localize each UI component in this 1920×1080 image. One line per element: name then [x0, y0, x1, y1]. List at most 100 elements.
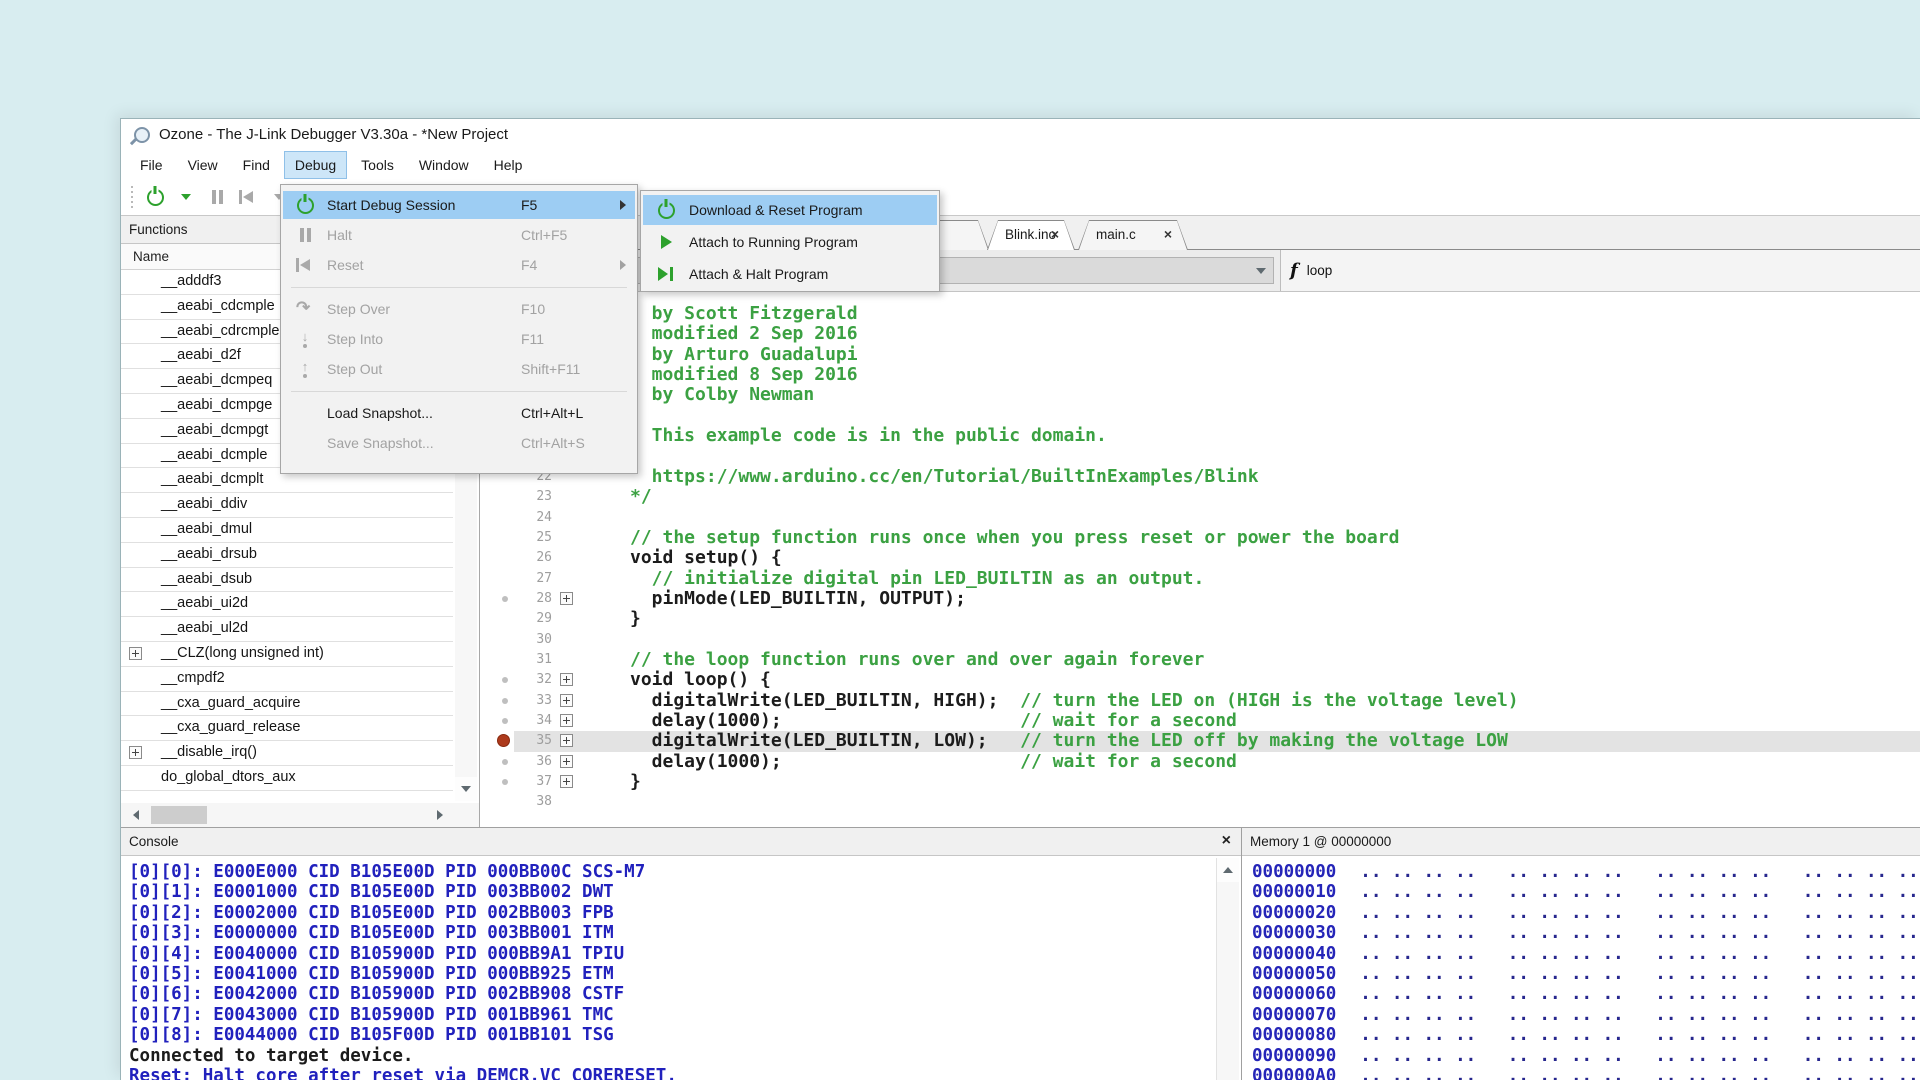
code-line[interactable]: 30 [480, 630, 1920, 650]
current-function-indicator: loop [1281, 250, 1920, 291]
code-line[interactable]: 28 pinMode(LED_BUILTIN, OUTPUT); [480, 589, 1920, 609]
code-line[interactable]: 25// the setup function runs once when y… [480, 528, 1920, 548]
code-statement: } [630, 608, 641, 629]
code-line[interactable]: 17 modified 8 Sep 2016 [480, 365, 1920, 385]
memory-address: 00000060 [1252, 984, 1336, 1004]
reset-button[interactable] [237, 184, 259, 210]
function-name: do_global_dtors_aux [161, 769, 296, 785]
menu-debug[interactable]: Debug [284, 151, 347, 179]
code-line[interactable]: 35 digitalWrite(LED_BUILTIN, LOW); // tu… [480, 731, 1920, 751]
start-debug-session-button[interactable] [144, 184, 166, 210]
expand-icon[interactable] [560, 755, 573, 768]
code-text: by Colby Newman [630, 385, 814, 405]
tab-close-icon[interactable]: × [1164, 226, 1172, 242]
expand-icon[interactable] [560, 694, 573, 707]
functions-column-name: Name [133, 249, 169, 264]
menu-item-shortcut: Ctrl+F5 [521, 227, 635, 243]
code-line[interactable]: 36 delay(1000); // wait for a second [480, 752, 1920, 772]
code-line[interactable]: 18 by Colby Newman [480, 385, 1920, 405]
submenu-item-attach-halt-program[interactable]: Attach & Halt Program [643, 259, 937, 289]
function-row[interactable]: __aeabi_ul2d [121, 617, 453, 642]
submenu-item-download-reset-program[interactable]: Download & Reset Program [643, 195, 937, 225]
function-row[interactable]: __aeabi_dsub [121, 568, 453, 593]
code-line[interactable]: 37} [480, 772, 1920, 792]
title-bar[interactable]: Ozone - The J-Link Debugger V3.30a - *Ne… [121, 119, 1920, 151]
tab-blink-ino[interactable]: Blink.ino× [987, 220, 1075, 250]
code-line[interactable]: 29} [480, 609, 1920, 629]
function-row[interactable]: __aeabi_dmul [121, 518, 453, 543]
function-row[interactable]: __cxa_guard_release [121, 716, 453, 741]
code-comment: by Arturo Guadalupi [630, 344, 858, 365]
code-line[interactable]: 26void setup() { [480, 548, 1920, 568]
memory-bytes: .. .. .. .. .. .. .. .. .. .. .. .. .. .… [1360, 923, 1918, 943]
tab-close-icon[interactable]: × [1051, 226, 1059, 242]
expand-icon[interactable] [560, 673, 573, 686]
function-row[interactable]: do_global_dtors_aux [121, 766, 453, 791]
console-vertical-scrollbar[interactable] [1216, 858, 1239, 1080]
code-line[interactable]: 20 This example code is in the public do… [480, 426, 1920, 446]
step-over-icon [296, 301, 314, 317]
toolbar-grip-handle[interactable] [131, 186, 133, 208]
menu-tools[interactable]: Tools [350, 151, 405, 179]
expand-icon[interactable] [560, 775, 573, 788]
code-line[interactable]: 31// the loop function runs over and ove… [480, 650, 1920, 670]
code-line[interactable]: 27 // initialize digital pin LED_BUILTIN… [480, 569, 1920, 589]
halt-button[interactable] [206, 184, 228, 210]
start-debug-options-button[interactable] [175, 184, 197, 210]
function-row[interactable]: __aeabi_ui2d [121, 592, 453, 617]
scroll-left-icon[interactable] [123, 803, 149, 827]
code-line[interactable]: 16 by Arturo Guadalupi [480, 345, 1920, 365]
memory-row: 00000070.. .. .. .. .. .. .. .. .. .. ..… [1252, 1005, 1920, 1025]
code-line[interactable]: 32void loop() { [480, 670, 1920, 690]
menu-item-shortcut: Ctrl+Alt+S [521, 435, 635, 451]
function-row[interactable]: __cmpdf2 [121, 667, 453, 692]
scroll-right-icon[interactable] [427, 803, 453, 827]
submenu-item-attach-to-running-program[interactable]: Attach to Running Program [643, 227, 937, 257]
menu-find[interactable]: Find [232, 151, 281, 179]
expand-icon[interactable] [560, 714, 573, 727]
menu-item-load-snapshot[interactable]: Load Snapshot...Ctrl+Alt+L [283, 399, 635, 427]
code-line[interactable]: 33 digitalWrite(LED_BUILTIN, HIGH); // t… [480, 691, 1920, 711]
menu-view[interactable]: View [177, 151, 229, 179]
code-line[interactable]: 22 https://www.arduino.cc/en/Tutorial/Bu… [480, 467, 1920, 487]
code-line[interactable]: 23*/ [480, 487, 1920, 507]
scroll-down-icon[interactable] [455, 777, 477, 801]
scroll-up-icon[interactable] [1217, 858, 1239, 882]
memory-dump: 00000000.. .. .. .. .. .. .. .. .. .. ..… [1242, 858, 1920, 1080]
functions-horizontal-scrollbar[interactable] [121, 803, 479, 827]
function-row[interactable]: __aeabi_ddiv [121, 493, 453, 518]
memory-bytes: .. .. .. .. .. .. .. .. .. .. .. .. .. .… [1360, 882, 1918, 902]
code-area[interactable]: 14 by Scott Fitzgerald15 modified 2 Sep … [480, 292, 1920, 827]
code-line[interactable]: 14 by Scott Fitzgerald [480, 304, 1920, 324]
code-line[interactable]: 21 [480, 446, 1920, 466]
close-icon[interactable]: × [1222, 832, 1231, 850]
code-line[interactable]: 34 delay(1000); // wait for a second [480, 711, 1920, 731]
console-line: [0][8]: E0044000 CID B105F00D PID 001BB1… [129, 1025, 1215, 1045]
code-statement: void loop() { [630, 669, 771, 690]
function-row[interactable]: __aeabi_drsub [121, 543, 453, 568]
expand-icon[interactable] [560, 734, 573, 747]
menu-help[interactable]: Help [483, 151, 534, 179]
function-row[interactable]: __cxa_guard_acquire [121, 692, 453, 717]
menu-window[interactable]: Window [408, 151, 480, 179]
start-debug-submenu: Download & Reset ProgramAttach to Runnin… [640, 190, 940, 292]
function-row[interactable]: __CLZ(long unsigned int) [121, 642, 453, 667]
code-line[interactable]: 19 [480, 406, 1920, 426]
chevron-down-icon[interactable] [1256, 268, 1266, 274]
code-line[interactable]: 24 [480, 508, 1920, 528]
line-number: 36 [496, 754, 552, 769]
menu-file[interactable]: File [129, 151, 174, 179]
scrollbar-thumb[interactable] [151, 806, 207, 824]
expand-icon[interactable] [129, 647, 142, 660]
function-row[interactable]: __disable_irq() [121, 741, 453, 766]
line-number: 38 [496, 794, 552, 809]
memory-address: 000000A0 [1252, 1066, 1336, 1080]
expand-icon[interactable] [560, 592, 573, 605]
function-name: __aeabi_dcmplt [161, 471, 263, 487]
menu-bar: FileViewFindDebugToolsWindowHelp [121, 151, 1920, 179]
code-line[interactable]: 38 [480, 792, 1920, 812]
code-line[interactable]: 15 modified 2 Sep 2016 [480, 324, 1920, 344]
tab-main-c[interactable]: main.c× [1078, 220, 1188, 250]
expand-icon[interactable] [129, 746, 142, 759]
menu-item-start-debug-session[interactable]: Start Debug SessionF5 [283, 191, 635, 219]
